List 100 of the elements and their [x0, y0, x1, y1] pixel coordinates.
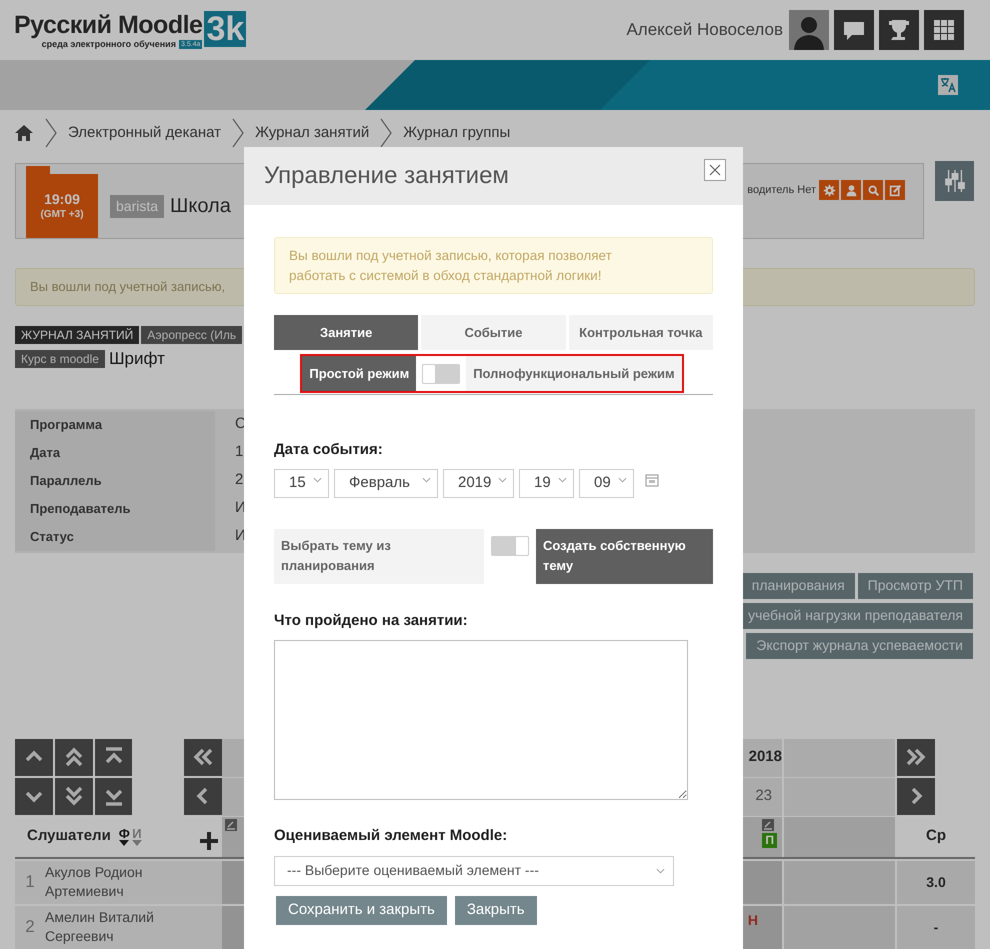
caret-icon: [618, 477, 627, 483]
chevron-icon: [379, 118, 394, 148]
sliders-icon: [944, 168, 966, 194]
user-name[interactable]: Алексей Новоселов: [626, 17, 783, 43]
caret-icon: [422, 477, 431, 483]
info-label: Дата: [15, 438, 215, 466]
info-label: Статус: [15, 522, 215, 550]
chevron-right-button[interactable]: [897, 778, 935, 814]
logo-subtitle: среда электронного обучения: [42, 39, 176, 49]
breadcrumb-link[interactable]: Журнал группы: [403, 122, 510, 144]
chevron-up-button[interactable]: [15, 738, 53, 776]
tag-label: Аэропресс (Иль: [141, 326, 242, 344]
trophy-button[interactable]: [879, 10, 919, 50]
modal-title: Управление занятием: [264, 161, 509, 191]
logo-title: Русский Moodle: [14, 11, 202, 39]
close-button[interactable]: [704, 159, 726, 181]
average-value: 3.0: [926, 872, 946, 892]
date-select[interactable]: 2019: [443, 468, 514, 498]
caret-icon: [558, 477, 567, 483]
lesson-title: Школа: [170, 194, 231, 219]
month-label: 2018: [748, 747, 782, 768]
double-chevron-right-button[interactable]: [897, 738, 935, 776]
group-tag: barista: [110, 194, 164, 218]
chevron-icon: [44, 118, 58, 148]
topic-option[interactable]: Создать собственную тему: [536, 528, 713, 584]
notice-text: Вы вошли под учетной записью, которая позволяет работать с системой в обход стандартной логики!: [289, 246, 613, 285]
date-select[interactable]: 09: [579, 468, 634, 498]
grade-select[interactable]: --- Выберите оцениваемый элемент ---: [274, 856, 674, 886]
dialog-button[interactable]: Сохранить и закрыть: [276, 896, 447, 924]
alert-text: Вы вошли под учетной записью,: [30, 278, 226, 296]
field-label: Оцениваемый элемент Moodle:: [274, 826, 508, 846]
toggle-switch[interactable]: [491, 536, 529, 556]
tag-label: Курс в moodle: [15, 350, 105, 368]
day-label: 23: [755, 786, 772, 806]
column-header: Слушатели: [27, 826, 111, 846]
row-number: 2: [24, 916, 36, 938]
info-label: Преподаватель: [15, 494, 215, 522]
calendar-icon[interactable]: [645, 472, 659, 486]
info-label: Параллель: [15, 466, 215, 494]
edit-icon[interactable]: [762, 818, 774, 830]
edit-button[interactable]: [885, 180, 905, 200]
jump-to-top-button[interactable]: [94, 738, 132, 776]
gear-button[interactable]: [819, 180, 839, 200]
time-text: 19:09: [44, 190, 80, 208]
logo-mark: 3k: [204, 11, 246, 47]
plus-icon[interactable]: [199, 830, 219, 850]
edit-icon[interactable]: [225, 818, 237, 830]
info-value: 1: [234, 442, 244, 462]
mode-option[interactable]: Полнофункциональный режим: [466, 356, 682, 391]
double-chevron-down-button[interactable]: [54, 778, 93, 814]
sort-arrow-icon: [132, 840, 142, 846]
home-icon[interactable]: [14, 124, 34, 142]
course-name: Шрифт: [108, 348, 165, 370]
field-label: Дата события:: [274, 440, 384, 460]
double-chevron-up-button[interactable]: [54, 738, 93, 776]
column-header: Ср: [926, 826, 946, 846]
info-label: Программа: [15, 410, 215, 438]
date-select[interactable]: 19: [519, 468, 574, 498]
close-icon: [709, 164, 721, 176]
grade-mark: Н: [748, 910, 758, 930]
tab[interactable]: Занятие: [274, 315, 418, 350]
search-icon: [866, 184, 880, 196]
caret-icon: [498, 477, 507, 483]
translate-icon[interactable]: [938, 75, 958, 95]
grid-button[interactable]: [924, 10, 964, 50]
person-button[interactable]: [841, 180, 861, 200]
supervisor-text: водитель Нет: [747, 182, 816, 198]
info-value: 2: [234, 470, 244, 490]
student-link[interactable]: Амелин Виталий Сергеевич: [45, 908, 170, 946]
attendance-badge: П: [762, 832, 777, 848]
edit-icon: [888, 184, 902, 196]
settings-button[interactable]: [935, 161, 974, 201]
toggle-switch[interactable]: [422, 364, 460, 384]
sort-toggle[interactable]: Ф: [118, 828, 130, 846]
avatar-icon[interactable]: [789, 10, 829, 50]
person-icon: [844, 184, 858, 196]
caret-icon: [656, 868, 665, 874]
jump-to-bottom-button[interactable]: [94, 778, 132, 814]
date-select[interactable]: Февраль: [334, 468, 438, 498]
caret-icon: [313, 477, 322, 483]
tag-label: ЖУРНАЛ ЗАНЯТИЙ: [15, 326, 140, 344]
mode-option[interactable]: Простой режим: [302, 356, 416, 391]
tab[interactable]: Событие: [421, 315, 566, 350]
tab[interactable]: Контрольная точка: [568, 315, 713, 350]
sort-arrow-icon: [119, 840, 130, 846]
chat-button[interactable]: [834, 10, 874, 50]
chevron-down-button[interactable]: [15, 778, 53, 814]
chevron-left-button[interactable]: [184, 778, 222, 814]
topic-option[interactable]: Выбрать тему из планирования: [274, 528, 484, 584]
date-select[interactable]: 15: [274, 468, 329, 498]
dialog-button[interactable]: Закрыть: [454, 896, 537, 924]
trophy-icon: [887, 18, 911, 42]
breadcrumb-link[interactable]: Журнал занятий: [255, 122, 370, 144]
gear-icon: [822, 184, 836, 196]
timezone-text: (GMT +3): [40, 208, 84, 222]
student-link[interactable]: Акулов Родион Артемиевич: [45, 863, 170, 901]
field-label: Что пройдено на занятии:: [274, 610, 469, 630]
breadcrumb-link[interactable]: Электронный деканат: [68, 122, 222, 144]
search-button[interactable]: [863, 180, 883, 200]
double-chevron-left-button[interactable]: [184, 738, 222, 776]
